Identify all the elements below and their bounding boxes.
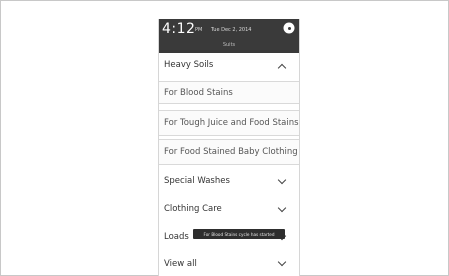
- menu-item-clothing-care[interactable]: Clothing Care: [159, 197, 299, 221]
- toast-notification: For Blood Stains cycle has started: [193, 229, 285, 239]
- menu-item-heavy-soils[interactable]: Heavy Soils: [159, 53, 299, 77]
- phone-screen: 4:12 PM Tue Dec 2, 2014 Suits Heavy Soil…: [158, 19, 300, 276]
- status-date: Tue Dec 2, 2014: [211, 27, 252, 33]
- menu-item-view-all[interactable]: View all: [159, 253, 299, 275]
- menu-item-for-blood-stains[interactable]: For Blood Stains: [159, 81, 299, 104]
- menu-item-for-food-stained[interactable]: For Food Stained Baby Clothing: [159, 139, 299, 165]
- menu-item-label: For Food Stained Baby Clothing: [164, 147, 298, 157]
- menu-item-label: For Tough Juice and Food Stains: [164, 118, 299, 128]
- menu-item-label: For Blood Stains: [164, 87, 233, 98]
- status-bar: 4:12 PM Tue Dec 2, 2014 Suits: [159, 19, 299, 53]
- screen-subtitle: Suits: [222, 42, 236, 48]
- clock-ampm: PM: [195, 27, 203, 33]
- clock-time: 4:12: [162, 21, 196, 37]
- menu-item-special-washes[interactable]: Special Washes: [159, 169, 299, 193]
- menu-item-for-tough-juice[interactable]: For Tough Juice and Food Stains: [159, 110, 299, 136]
- gear-icon[interactable]: [285, 24, 293, 32]
